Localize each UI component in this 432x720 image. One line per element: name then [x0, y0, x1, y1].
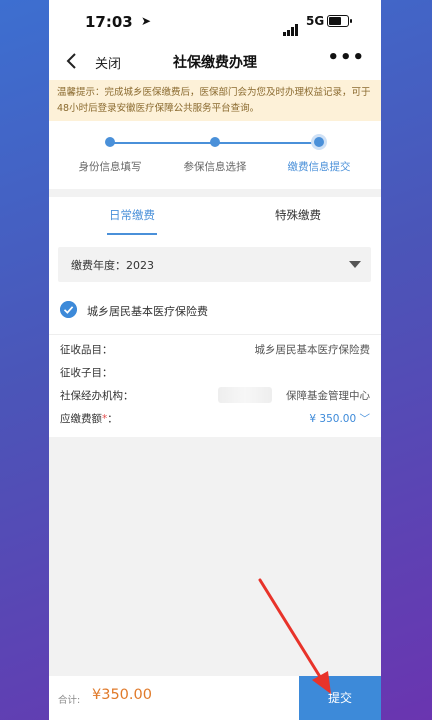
- notice-banner: 温馨提示：完成城乡医保缴费后，医保部门会为您及时办理权益记录，可于48小时后登录…: [49, 80, 381, 121]
- tab-bar: 日常缴费 特殊缴费: [49, 197, 381, 241]
- status-bar: 17:03 ➤ 5G: [49, 0, 381, 44]
- year-select-value: 缴费年度：2023: [71, 259, 154, 272]
- nav-bar: 关闭 社保缴费办理 •••: [49, 44, 381, 80]
- redacted-text: [218, 387, 272, 403]
- row-amount-due: 应缴费额*： ¥ 350.00 ﹀: [60, 411, 370, 429]
- submit-button[interactable]: 提交: [299, 676, 381, 720]
- step-dot-1: [105, 137, 115, 147]
- battery-icon: [327, 15, 352, 27]
- step-dot-3: [314, 137, 324, 147]
- row-agency: 社保经办机构： 保障基金管理中心: [60, 388, 370, 406]
- step-dot-2: [210, 137, 220, 147]
- row-key: 社保经办机构：: [60, 390, 134, 402]
- tab-daily-payment-label: 日常缴费: [109, 208, 155, 222]
- signal-icon: [283, 17, 301, 36]
- tab-active-underline: [107, 233, 157, 235]
- caret-down-icon: [349, 261, 361, 268]
- row-value: 保障基金管理中心: [286, 390, 370, 402]
- amount-dropdown[interactable]: ¥ 350.00 ﹀: [309, 411, 370, 426]
- more-menu-icon[interactable]: •••: [327, 47, 365, 68]
- tab-special-payment-label: 特殊缴费: [275, 208, 321, 222]
- payment-form: 缴费年度：2023 城乡居民基本医疗保险费 征收品目： 城乡居民基本医疗保险费 …: [49, 241, 381, 437]
- insurance-type-label: 城乡居民基本医疗保险费: [87, 305, 208, 318]
- row-key: 征收子目：: [60, 367, 113, 379]
- total-amount: ¥350.00: [92, 687, 152, 703]
- phone-screen: 17:03 ➤ 5G 关闭 社保缴费办理 ••• 温馨提示：完成城乡医保缴费后，…: [49, 0, 381, 720]
- row-collection-item: 征收品目： 城乡居民基本医疗保险费: [60, 342, 370, 360]
- tab-daily-payment[interactable]: 日常缴费: [49, 197, 215, 241]
- footer-bar: 合计: ¥350.00 提交: [49, 676, 381, 720]
- step-label-2: 参保信息选择: [183, 161, 247, 173]
- year-select[interactable]: 缴费年度：2023: [58, 247, 371, 282]
- row-value: 城乡居民基本医疗保险费: [254, 344, 371, 356]
- chevron-down-icon: ﹀: [359, 413, 371, 425]
- status-time: 17:03: [85, 13, 133, 31]
- tab-special-payment[interactable]: 特殊缴费: [215, 197, 381, 241]
- step-label-3: 缴费信息提交: [287, 161, 351, 173]
- row-collection-subitem: 征收子目：: [60, 365, 370, 383]
- amount-value: ¥ 350.00: [309, 413, 357, 425]
- total-label: 合计:: [58, 695, 81, 706]
- network-type: 5G: [306, 14, 325, 28]
- checkmark-circle-icon[interactable]: [60, 301, 77, 318]
- divider: [49, 334, 381, 335]
- row-key: 征收品目：: [60, 344, 113, 356]
- progress-steps: 身份信息填写 参保信息选择 缴费信息提交: [49, 121, 381, 189]
- step-label-1: 身份信息填写: [78, 161, 142, 173]
- location-arrow-icon: ➤: [141, 14, 152, 28]
- row-key: 应缴费额*：: [60, 413, 118, 425]
